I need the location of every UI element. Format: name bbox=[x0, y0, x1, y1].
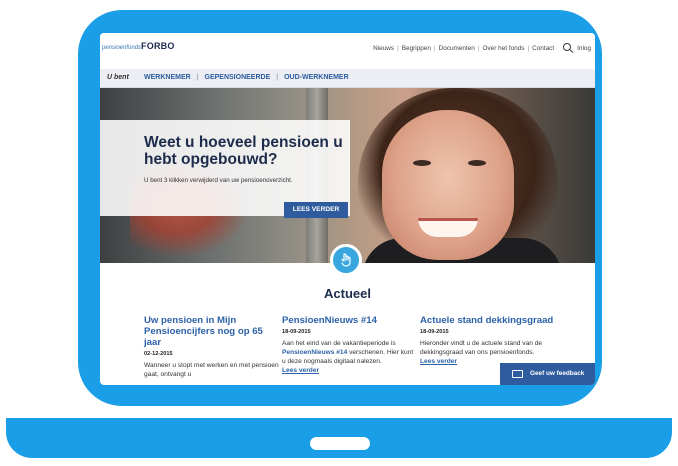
tab-oud-werknemer[interactable]: OUD-WERKNEMER bbox=[284, 74, 349, 81]
article-body-text: Aan het eind van de vakantieperiode is bbox=[282, 340, 396, 347]
logo-script: pensioenfonds bbox=[102, 45, 142, 51]
news-article-2: PensioenNieuws #14 18-09-2015 Aan het ei… bbox=[282, 315, 417, 375]
nav-separator: | bbox=[477, 44, 480, 52]
article-body-highlight: PensioenNieuws #14 bbox=[282, 349, 348, 356]
nav-separator: | bbox=[527, 44, 530, 52]
trackpad bbox=[310, 437, 370, 450]
hero-photo-smile bbox=[418, 218, 478, 237]
hero-photo-face bbox=[382, 110, 514, 260]
subnav-separator: | bbox=[276, 74, 279, 81]
news-article-1: Uw pensioen in Mijn Pensioencijfers nog … bbox=[144, 315, 279, 379]
article-date: 02-12-2015 bbox=[144, 351, 173, 357]
laptop-screen: pensioenfondsFORBO Nieuws | Begrippen | Docu… bbox=[100, 33, 595, 385]
nav-separator: | bbox=[397, 44, 399, 52]
article-title[interactable]: Actuele stand dekkingsgraad bbox=[420, 315, 555, 326]
article-body: Aan het eind van de vakantieperiode is P… bbox=[282, 339, 417, 375]
feedback-button[interactable]: Geef uw feedback bbox=[500, 363, 595, 385]
hero-card: Weet u hoeveel pensioen u hebt opgebouwd… bbox=[100, 120, 350, 218]
search-icon[interactable] bbox=[563, 43, 572, 51]
nav-over-het-fonds[interactable]: Over het fonds bbox=[483, 45, 525, 52]
chat-icon bbox=[512, 370, 523, 378]
tab-gepensioneerde[interactable]: GEPENSIONEERDE bbox=[205, 74, 271, 81]
feedback-label: Geef uw feedback bbox=[530, 370, 585, 377]
scroll-down-button[interactable] bbox=[330, 244, 362, 276]
lees-verder-button[interactable]: LEES VERDER bbox=[284, 202, 348, 218]
hero-photo-eye-left bbox=[413, 160, 431, 166]
hero-subtitle: U bent 3 klikken verwijderd van uw pensi… bbox=[144, 177, 293, 184]
nav-begrippen[interactable]: Begrippen bbox=[402, 45, 431, 52]
lees-verder-link[interactable]: Lees verder bbox=[282, 367, 319, 374]
u-bent-label: U bent bbox=[107, 74, 129, 81]
article-body: Hieronder vindt u de actuele stand van d… bbox=[420, 339, 555, 366]
site-logo[interactable]: pensioenfondsFORBO bbox=[102, 41, 175, 51]
article-title[interactable]: Uw pensioen in Mijn Pensioencijfers nog … bbox=[144, 315, 279, 348]
nav-nieuws[interactable]: Nieuws bbox=[373, 45, 394, 52]
article-date: 18-09-2015 bbox=[420, 329, 449, 335]
actueel-heading: Actueel bbox=[324, 286, 371, 301]
lees-verder-link[interactable]: Lees verder bbox=[420, 358, 457, 365]
news-article-3: Actuele stand dekkingsgraad 18-09-2015 H… bbox=[420, 315, 555, 366]
article-body-text: Hieronder vindt u de actuele stand van d… bbox=[420, 340, 543, 356]
audience-nav: U bent WERKNEMER | GEPENSIONEERDE | OUD-WERK… bbox=[100, 69, 595, 88]
logo-brand: FORBO bbox=[141, 41, 175, 51]
article-date: 18-09-2015 bbox=[282, 329, 311, 335]
login-link[interactable]: Inlog bbox=[577, 45, 591, 52]
hero-banner: Weet u hoeveel pensioen u hebt opgebouwd… bbox=[100, 88, 595, 263]
tab-werknemer[interactable]: WERKNEMER bbox=[144, 74, 191, 81]
top-bar: pensioenfondsFORBO Nieuws | Begrippen | Docu… bbox=[100, 33, 595, 63]
article-body: Wanneer u stopt met werken en met pensio… bbox=[144, 362, 279, 378]
article-title[interactable]: PensioenNieuws #14 bbox=[282, 315, 417, 326]
subnav-separator: | bbox=[196, 74, 199, 81]
nav-contact[interactable]: Contact bbox=[532, 45, 554, 52]
top-navigation: Nieuws | Begrippen | Documenten | Over het fon… bbox=[373, 43, 591, 52]
hero-photo-eye-right bbox=[468, 160, 486, 166]
hand-pointer-icon bbox=[341, 253, 351, 267]
nav-documenten[interactable]: Documenten bbox=[439, 45, 475, 52]
hero-title: Weet u hoeveel pensioen u hebt opgebouwd… bbox=[144, 134, 343, 168]
nav-separator: | bbox=[433, 44, 436, 52]
